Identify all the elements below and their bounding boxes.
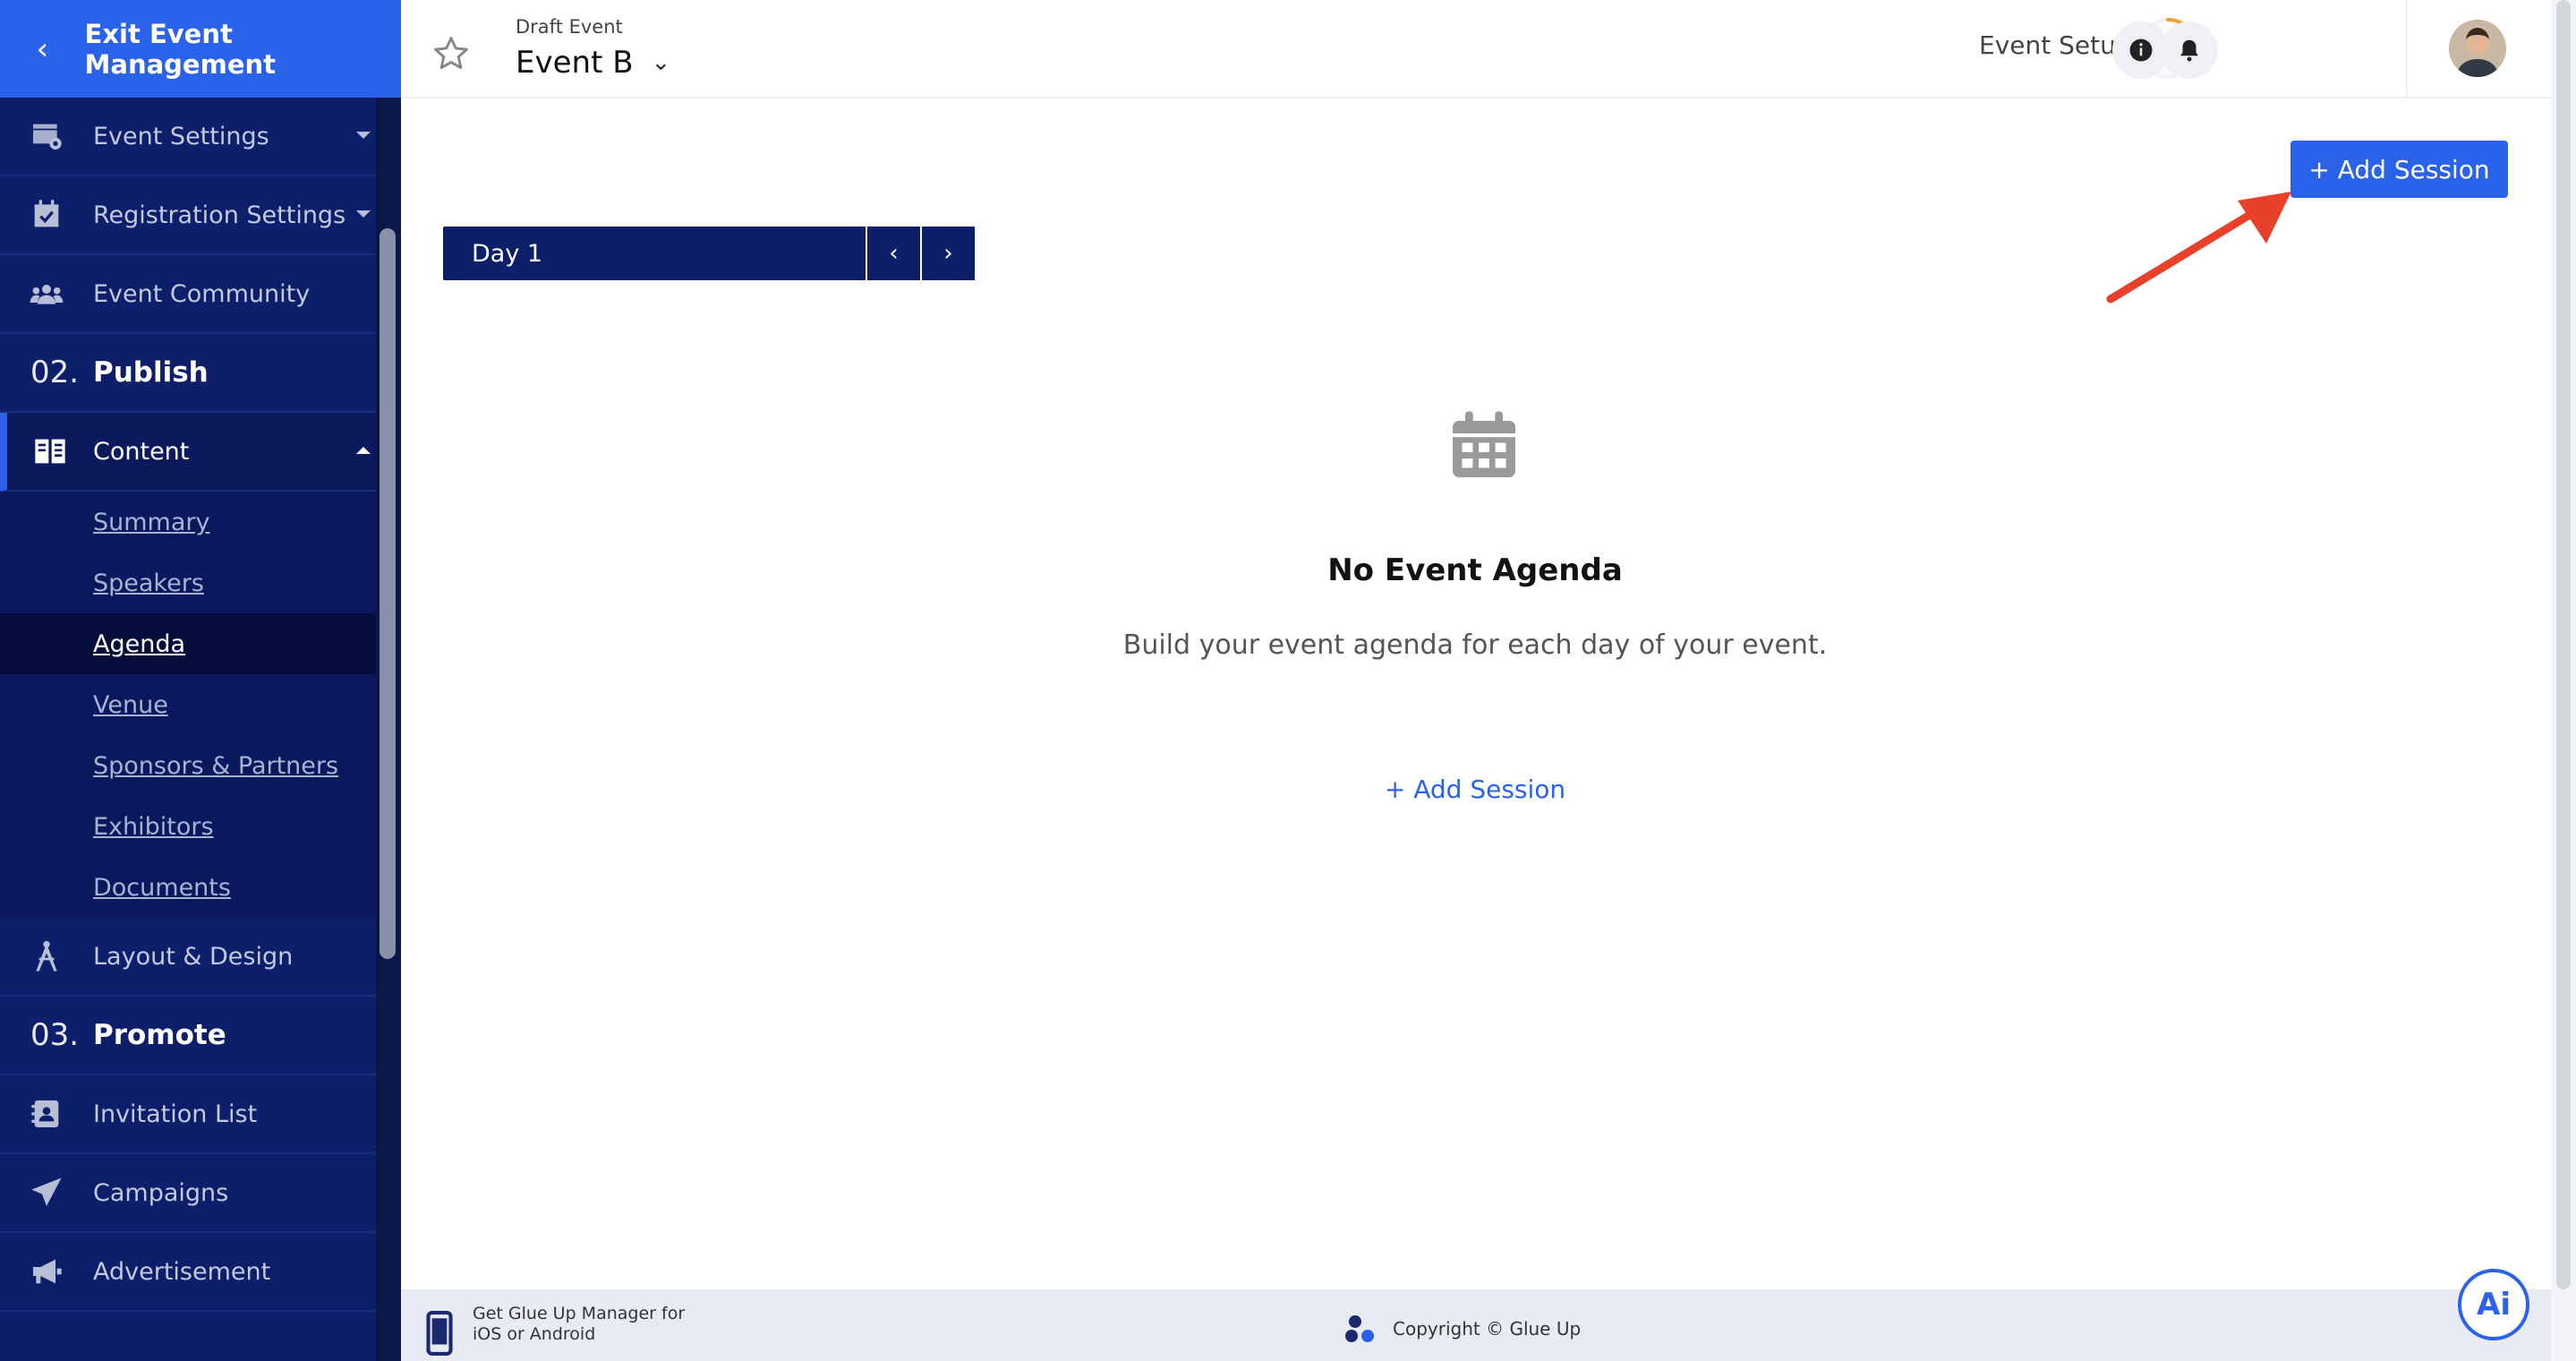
step-number: 03. [30, 1017, 80, 1053]
star-icon[interactable] [431, 34, 471, 73]
user-avatar[interactable] [2449, 20, 2506, 77]
mobile-app-link[interactable]: Get Glue Up Manager for iOS or Android [473, 1304, 714, 1345]
notifications-button[interactable] [2161, 21, 2218, 79]
sidebar-subitem-summary[interactable]: Summary [0, 492, 376, 552]
empty-state-subtitle: Build your event agenda for each day of … [1122, 629, 1828, 661]
annotation-arrow [2106, 192, 2291, 304]
page-scrollbar-thumb[interactable] [2556, 0, 2571, 1289]
info-icon [2129, 39, 2153, 62]
sidebar: ‹ Exit Event Management Event Settings R… [0, 0, 401, 1361]
glue-up-logo-icon [1345, 1315, 1374, 1342]
sidebar-item-advertisement[interactable]: Advertisement [0, 1233, 376, 1312]
chevron-down-icon: ⌄ [651, 49, 671, 76]
sidebar-step-promote[interactable]: 03. Promote [0, 997, 376, 1075]
chevron-left-icon: ‹ [889, 240, 899, 267]
chevron-left-icon: ‹ [36, 30, 49, 67]
caret-down-icon [356, 210, 371, 218]
step-label: Publish [93, 356, 209, 389]
sidebar-item-label: Layout & Design [93, 942, 294, 971]
phone-icon [426, 1311, 453, 1356]
sidebar-scrollbar[interactable] [376, 98, 401, 1361]
caret-up-icon [356, 447, 371, 454]
empty-state-title: No Event Agenda [1327, 552, 1623, 588]
sidebar-item-event-settings[interactable]: Event Settings [0, 98, 376, 176]
paper-plane-icon [0, 1175, 93, 1211]
sidebar-item-label: Registration Settings [93, 201, 346, 229]
sidebar-item-label: Campaigns [93, 1178, 229, 1207]
chevron-right-icon: › [943, 240, 953, 267]
sidebar-subitem-sponsors-partners[interactable]: Sponsors & Partners [0, 735, 376, 796]
sidebar-item-content[interactable]: Content [0, 413, 376, 492]
sidebar-subitem-documents[interactable]: Documents [0, 857, 376, 918]
sidebar-step-publish[interactable]: 02. Publish [0, 334, 376, 413]
sidebar-item-label: Content [93, 437, 190, 466]
event-title: Event B [516, 45, 634, 81]
compass-icon [0, 938, 93, 974]
sidebar-subitem-exhibitors[interactable]: Exhibitors [0, 796, 376, 857]
sidebar-item-invitation-list[interactable]: Invitation List [0, 1075, 376, 1154]
day-tab[interactable]: Day 1 [443, 227, 866, 280]
top-header: Draft Event Event B ⌄ Event Setup 28% [401, 0, 2551, 98]
sidebar-item-event-community[interactable]: Event Community [0, 255, 376, 334]
prev-day-button[interactable]: ‹ [866, 227, 920, 280]
add-session-link[interactable]: + Add Session [1296, 775, 1654, 804]
day-selector: Day 1 ‹ › [443, 227, 975, 280]
sidebar-item-layout-design[interactable]: Layout & Design [0, 918, 376, 997]
copyright-text: Copyright © Glue Up [1393, 1318, 1582, 1340]
sidebar-subitem-venue[interactable]: Venue [0, 674, 376, 735]
sidebar-item-label: Advertisement [93, 1257, 271, 1286]
exit-event-management-button[interactable]: ‹ Exit Event Management [0, 0, 401, 98]
event-selector[interactable]: Event B ⌄ [516, 45, 670, 81]
address-book-icon [0, 1096, 93, 1132]
megaphone-icon [0, 1254, 93, 1289]
sidebar-item-registration-settings[interactable]: Registration Settings [0, 176, 376, 255]
book-open-icon [7, 433, 93, 469]
ai-assistant-button[interactable]: Ai [2458, 1269, 2529, 1340]
bell-icon [2180, 39, 2198, 62]
calendar-icon [1453, 411, 1515, 477]
event-setup-label[interactable]: Event Setup [1979, 30, 2132, 60]
exit-label: Exit Event Management [84, 18, 276, 80]
sidebar-item-label: Invitation List [93, 1100, 258, 1128]
next-day-button[interactable]: › [920, 227, 975, 280]
caret-down-icon [356, 132, 371, 139]
users-icon [0, 276, 93, 312]
step-number: 02. [30, 355, 80, 390]
sidebar-subitem-speakers[interactable]: Speakers [0, 552, 376, 613]
event-settings-icon [0, 118, 93, 154]
sidebar-item-label: Event Community [93, 279, 311, 308]
footer: Get Glue Up Manager for iOS or Android C… [401, 1289, 2551, 1361]
page-scrollbar[interactable] [2551, 0, 2576, 1361]
add-session-button[interactable]: + Add Session [2290, 141, 2508, 198]
calendar-check-icon [0, 197, 93, 233]
header-divider [2406, 0, 2408, 98]
draft-event-label: Draft Event [516, 16, 623, 38]
sidebar-item-campaigns[interactable]: Campaigns [0, 1154, 376, 1233]
sidebar-scrollbar-thumb[interactable] [380, 228, 396, 959]
copyright: Copyright © Glue Up [1343, 1313, 1581, 1345]
step-label: Promote [93, 1019, 226, 1051]
sidebar-item-label: Event Settings [93, 122, 269, 150]
sidebar-subitem-agenda[interactable]: Agenda [0, 613, 376, 674]
